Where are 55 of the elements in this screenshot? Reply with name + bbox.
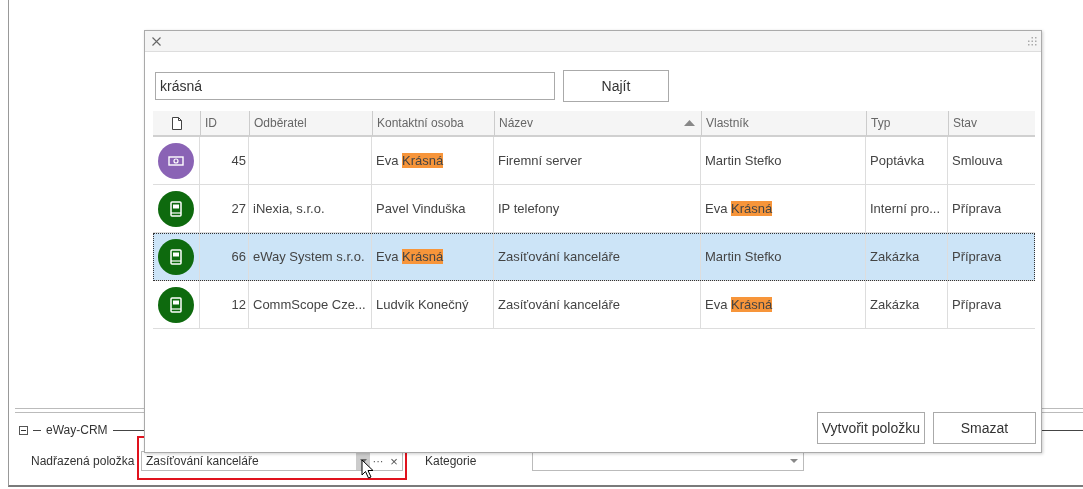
- table-cell: Ludvík Konečný: [376, 297, 469, 312]
- collapse-icon[interactable]: [19, 425, 28, 435]
- search-field[interactable]: krásná: [155, 72, 555, 100]
- table-cell: Martin Stefko: [705, 153, 782, 168]
- browse-button[interactable]: ···: [370, 452, 386, 470]
- table-cell: Eva Krásná: [705, 201, 773, 216]
- table-cell: 27: [231, 201, 246, 216]
- column-header[interactable]: ID: [205, 116, 217, 130]
- column-header[interactable]: Název: [499, 116, 533, 130]
- table-cell: Zasíťování kanceláře: [498, 249, 620, 264]
- table-row[interactable]: 45 Eva Krásná Firemní server Martin Stefko Poptávka Smlouva: [153, 137, 1035, 185]
- table-cell: Firemní server: [498, 153, 582, 168]
- table-cell: Eva Krásná: [376, 249, 444, 264]
- table-cell: Poptávka: [870, 153, 925, 168]
- table-cell: 66: [231, 249, 246, 264]
- table-cell: 12: [231, 297, 246, 312]
- banknote-icon: [158, 142, 194, 179]
- table-cell: CommScope Cze...: [253, 297, 366, 312]
- table-cell: iNexia, s.r.o.: [253, 201, 325, 216]
- book-icon: [158, 238, 194, 275]
- field-label: Kategorie: [425, 454, 478, 468]
- table-cell: Eva Krásná: [705, 297, 773, 312]
- book-icon: [158, 190, 194, 227]
- column-header[interactable]: Stav: [953, 116, 977, 130]
- close-icon[interactable]: [152, 36, 161, 46]
- table-cell: Příprava: [952, 201, 1002, 216]
- cursor-icon: [361, 459, 374, 479]
- section-title: eWay-CRM: [46, 423, 108, 437]
- table-cell: Zakázka: [870, 249, 920, 264]
- table-cell: Smlouva: [952, 153, 1003, 168]
- table-cell: Eva Krásná: [376, 153, 444, 168]
- caret-icon: [790, 459, 798, 463]
- column-header[interactable]: Typ: [871, 116, 891, 130]
- table-row[interactable]: 12 CommScope Cze... Ludvík Konečný Zasíťování kanceláře Eva Krásná Zakázka Příprava: [153, 281, 1035, 329]
- clear-button[interactable]: ×: [386, 452, 402, 470]
- column-header[interactable]: Vlastník: [706, 116, 749, 130]
- field-label: Nadřazená položka: [31, 454, 136, 468]
- find-button[interactable]: Najít: [563, 70, 669, 102]
- table-cell: Zasíťování kanceláře: [498, 297, 620, 312]
- grip-icon[interactable]: [1027, 36, 1037, 46]
- dialog-button[interactable]: Smazat: [933, 412, 1036, 444]
- table-cell: 45: [231, 153, 246, 168]
- table-cell: Příprava: [952, 249, 1002, 264]
- dialog-button[interactable]: Vytvořit položku: [816, 412, 925, 444]
- document-icon: [171, 116, 182, 130]
- table-cell: Interní pro...: [870, 201, 941, 216]
- book-icon: [158, 286, 194, 323]
- table-cell: eWay System s.r.o.: [253, 249, 365, 264]
- table-cell: Příprava: [952, 297, 1002, 312]
- table-cell: Martin Stefko: [705, 249, 782, 264]
- sort-icon[interactable]: [684, 120, 695, 126]
- table-cell: Pavel Vinduška: [376, 201, 466, 216]
- table-cell: Zakázka: [870, 297, 920, 312]
- table-cell: IP telefony: [498, 201, 560, 216]
- table-row[interactable]: 66 eWay System s.r.o. Eva Krásná Zasíťování kanceláře Martin Stefko Zakázka Příprava: [153, 233, 1035, 281]
